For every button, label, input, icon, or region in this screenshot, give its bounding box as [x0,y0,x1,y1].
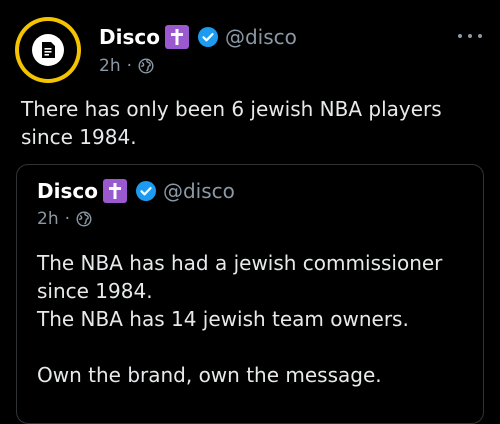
quote-author-handle: @disco [162,179,235,203]
quote-meta: 2h · [37,207,92,231]
post-header: Disco @disco [99,22,297,52]
disco-logo-icon [32,34,64,66]
avatar[interactable] [15,17,81,83]
globe-icon [138,58,154,74]
quote-line: Own the brand, own the message. [37,363,382,387]
author-handle[interactable]: @disco [225,25,297,49]
avatar-ring-inner [19,21,77,79]
meta-separator: · [64,209,70,229]
quote-text: The NBA has had a jewish commissioner si… [37,249,467,389]
post-meta: 2h · [99,54,154,78]
quote-line: The NBA has had a jewish commissioner si… [37,251,443,303]
globe-icon [76,211,92,227]
post-text: There has only been 6 jewish NBA players… [21,97,442,149]
quote-author-name: Disco [37,179,98,203]
quoted-post[interactable]: Disco @disco 2h · The NBA has had a jewi… [16,164,484,424]
verified-icon [135,180,157,202]
quote-line: The NBA has 14 jewish team owners. [37,307,409,331]
cross-icon [102,179,127,203]
author-name[interactable]: Disco [99,25,160,49]
post-card: Disco @disco 2h · There has only been 6 … [0,0,500,424]
meta-separator: · [126,56,132,76]
cross-icon [164,25,189,49]
more-options-icon[interactable] [458,28,482,44]
quote-time: 2h [37,209,59,229]
quote-header: Disco @disco [37,177,235,205]
verified-icon [197,26,219,48]
quote-line-blank [37,333,467,361]
post-time[interactable]: 2h [99,56,121,76]
